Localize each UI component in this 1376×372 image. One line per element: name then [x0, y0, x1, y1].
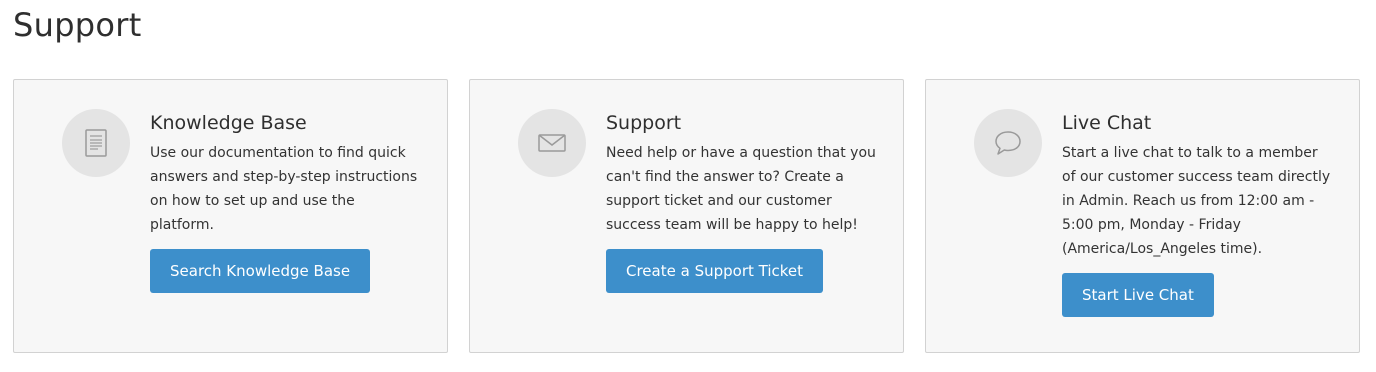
support-ticket-card: Support Need help or have a question tha… [469, 79, 904, 353]
knowledge-base-card: Knowledge Base Use our documentation to … [13, 79, 448, 353]
create-support-ticket-button[interactable]: Create a Support Ticket [606, 249, 824, 293]
knowledge-base-title: Knowledge Base [150, 112, 307, 134]
support-ticket-title: Support [606, 112, 682, 134]
search-knowledge-base-button[interactable]: Search Knowledge Base [150, 249, 371, 293]
live-chat-content: Live Chat Start a live chat to talk to a… [1062, 110, 1334, 317]
chat-bubble-icon [974, 109, 1042, 177]
envelope-icon [518, 109, 586, 177]
knowledge-base-description: Use our documentation to find quick answ… [150, 145, 418, 233]
page-title: Support [13, 6, 142, 44]
live-chat-title: Live Chat [1062, 112, 1152, 134]
document-icon [62, 109, 130, 177]
start-live-chat-button[interactable]: Start Live Chat [1062, 273, 1214, 317]
live-chat-description: Start a live chat to talk to a member of… [1062, 145, 1331, 257]
support-ticket-content: Support Need help or have a question tha… [606, 110, 878, 293]
support-ticket-description: Need help or have a question that you ca… [606, 145, 876, 233]
live-chat-card: Live Chat Start a live chat to talk to a… [925, 79, 1360, 353]
knowledge-base-content: Knowledge Base Use our documentation to … [150, 110, 422, 293]
support-page: Support Knowledge Base Use our documenta… [0, 0, 1376, 372]
